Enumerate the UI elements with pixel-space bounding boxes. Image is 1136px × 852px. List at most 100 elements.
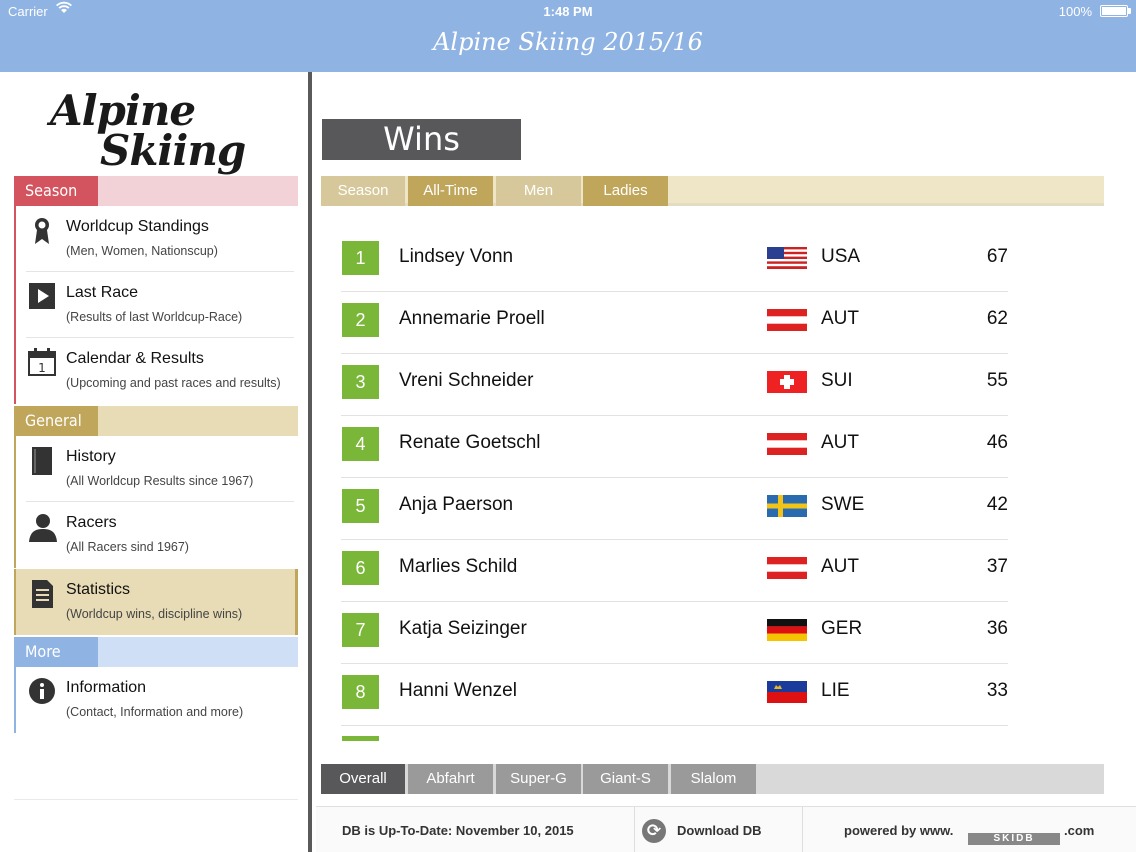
rank-badge: 2 xyxy=(342,303,379,337)
sidebar-item-subtitle: (Men, Women, Nationscup) xyxy=(66,244,218,258)
section-label: Season xyxy=(14,176,98,206)
calendar-icon: 1 xyxy=(28,348,56,376)
racer-name: Katja Seizinger xyxy=(399,618,527,639)
book-icon xyxy=(28,446,56,475)
download-db-button[interactable]: Download DB xyxy=(677,823,762,838)
sidebar-item-subtitle: (Upcoming and past races and results) xyxy=(66,376,281,390)
rank-badge: 3 xyxy=(342,365,379,399)
sidebar-item-subtitle: (Contact, Information and more) xyxy=(66,705,244,719)
austria-flag-icon xyxy=(767,309,807,331)
racer-name: Annemarie Proell xyxy=(399,308,545,329)
tab-all-time[interactable]: All-Time xyxy=(408,176,493,206)
info-icon xyxy=(28,677,56,705)
tab-men[interactable]: Men xyxy=(496,176,581,206)
status-bar: Carrier 1:48 PM 100% xyxy=(0,0,1136,24)
sidebar-item-subtitle: (Worldcup wins, discipline wins) xyxy=(66,607,243,621)
table-row[interactable]: 1 Lindsey Vonn USA 67 xyxy=(341,230,1008,292)
section-label: General xyxy=(14,406,98,436)
tab-overall[interactable]: Overall xyxy=(321,764,405,794)
nation-code: LIE xyxy=(821,680,850,701)
app-logo: Alpine Skiing xyxy=(50,86,250,176)
sidebar-item-title: Worldcup Standings xyxy=(66,218,209,235)
rank-badge: 7 xyxy=(342,613,379,647)
wins-count: 55 xyxy=(986,370,1008,391)
tab-super-g[interactable]: Super-G xyxy=(496,764,581,794)
rank-badge: 5 xyxy=(342,489,379,523)
rank-badge: 4 xyxy=(342,427,379,461)
nation-code: SWE xyxy=(821,494,865,515)
award-ribbon-icon xyxy=(28,216,56,244)
tab-season[interactable]: Season xyxy=(321,176,405,206)
sidebar-item-subtitle: (All Racers sind 1967) xyxy=(66,540,189,554)
table-row[interactable]: 6 Marlies Schild AUT 37 xyxy=(341,540,1008,602)
sidebar-item-statistics[interactable]: Statistics (Worldcup wins, discipline wi… xyxy=(14,569,298,635)
tab-giant-s[interactable]: Giant-S xyxy=(583,764,668,794)
section-header-more: More xyxy=(14,637,298,667)
sidebar-item-title: Information xyxy=(66,679,147,696)
austria-flag-icon xyxy=(767,557,807,579)
racer-name: Marlies Schild xyxy=(399,556,518,577)
document-icon xyxy=(28,579,56,608)
table-row[interactable]: 3 Vreni Schneider SUI 55 xyxy=(341,354,1008,416)
table-row[interactable]: 2 Annemarie Proell AUT 62 xyxy=(341,292,1008,354)
battery-cap xyxy=(1128,8,1131,14)
rank-badge: 8 xyxy=(342,675,379,709)
sidebar-item-worldcup-standings[interactable]: Worldcup Standings (Men, Women, Nationsc… xyxy=(14,206,298,272)
sidebar-item-title: History xyxy=(66,448,116,465)
nation-code: SUI xyxy=(821,370,853,391)
sweden-flag-icon xyxy=(767,495,807,517)
table-row[interactable]: 4 Renate Goetschl AUT 46 xyxy=(341,416,1008,478)
sidebar-item-subtitle: (Results of last Worldcup-Race) xyxy=(66,310,243,324)
wins-count: 33 xyxy=(986,680,1008,701)
sidebar-item-racers[interactable]: Racers (All Racers sind 1967) xyxy=(14,502,298,568)
page-title: Wins xyxy=(322,119,521,160)
section-label: More xyxy=(14,637,98,667)
tab-slalom[interactable]: Slalom xyxy=(671,764,756,794)
wins-count: 37 xyxy=(986,556,1008,577)
footer-bar: DB is Up-To-Date: November 10, 2015 Down… xyxy=(316,806,1136,852)
liechtenstein-flag-icon xyxy=(767,681,807,703)
play-icon xyxy=(28,282,56,310)
nation-code: USA xyxy=(821,246,861,267)
section-header-season: Season xyxy=(14,176,298,206)
skidb-logo[interactable]: SKIDB xyxy=(968,833,1060,845)
wins-count: 67 xyxy=(986,246,1008,267)
section-header-general: General xyxy=(14,406,298,436)
sidebar-item-history[interactable]: History (All Worldcup Results since 1967… xyxy=(14,436,298,502)
switzerland-flag-icon xyxy=(767,371,807,393)
wins-list: 1 Lindsey Vonn USA 67 2 Annemarie Proell… xyxy=(341,230,1008,740)
app-title: Alpine Skiing 2015/16 xyxy=(433,28,703,56)
nation-code: AUT xyxy=(821,556,859,577)
person-icon xyxy=(28,512,57,542)
rank-badge: 6 xyxy=(342,551,379,585)
table-row[interactable]: 7 Katja Seizinger GER 36 xyxy=(341,602,1008,664)
domain-suffix: .com xyxy=(1064,823,1095,838)
nation-code: AUT xyxy=(821,432,859,453)
racer-name: Vreni Schneider xyxy=(399,370,534,391)
next-rank-badge-partial xyxy=(342,736,379,741)
sidebar-item-title: Statistics xyxy=(66,581,131,598)
sidebar-item-title: Racers xyxy=(66,514,117,531)
main-content: Wins Season All-Time Men Ladies 1 Lindse… xyxy=(316,72,1136,852)
sidebar-item-last-race[interactable]: Last Race (Results of last Worldcup-Race… xyxy=(14,272,298,338)
sidebar-item-information[interactable]: Information (Contact, Information and mo… xyxy=(14,667,298,733)
austria-flag-icon xyxy=(767,433,807,455)
tab-ladies[interactable]: Ladies xyxy=(583,176,668,206)
sync-icon[interactable] xyxy=(642,819,666,843)
battery-percent: 100% xyxy=(1058,4,1092,19)
wins-count: 36 xyxy=(986,618,1008,639)
table-row[interactable]: 8 Hanni Wenzel LIE 33 xyxy=(341,664,1008,726)
wins-count: 46 xyxy=(986,432,1008,453)
navigation-bar: Carrier 1:48 PM 100% Alpine Skiing 2015/… xyxy=(0,0,1136,72)
sidebar-item-title: Calendar & Results xyxy=(66,350,204,367)
racer-name: Renate Goetschl xyxy=(399,432,541,453)
logo-line-2: Skiing xyxy=(100,126,246,175)
racer-name: Hanni Wenzel xyxy=(399,680,517,701)
discipline-tabs: Overall Abfahrt Super-G Giant-S Slalom xyxy=(321,764,1104,794)
tab-abfahrt[interactable]: Abfahrt xyxy=(408,764,493,794)
sidebar-item-calendar-results[interactable]: 1 Calendar & Results (Upcoming and past … xyxy=(14,338,298,404)
usa-flag-icon xyxy=(767,247,807,269)
rank-badge: 1 xyxy=(342,241,379,275)
table-row[interactable]: 5 Anja Paerson SWE 42 xyxy=(341,478,1008,540)
sidebar: Alpine Skiing Season Worldcup Standings … xyxy=(0,72,312,852)
